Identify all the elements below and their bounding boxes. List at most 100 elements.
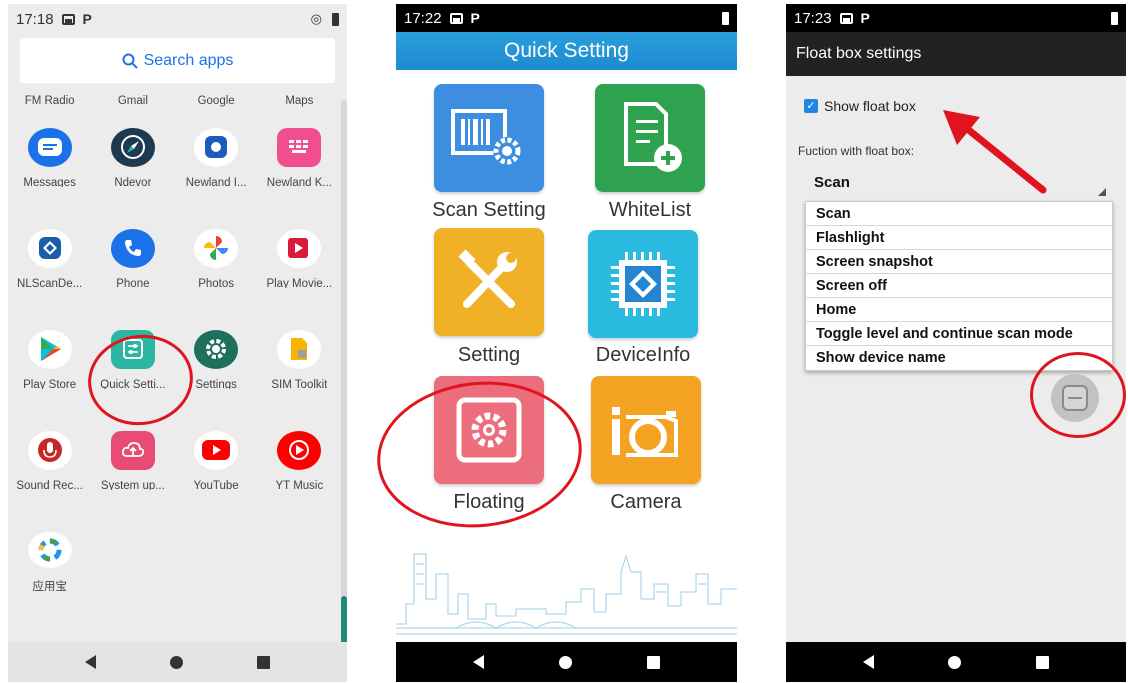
status-bar: 17:18 P ◎ [8,4,347,34]
checklist-add-icon [624,102,682,172]
floating-gear-icon [456,397,522,463]
recents-icon[interactable] [646,655,660,669]
parking-notification-icon: P [860,10,870,26]
app-label: YT Music [275,479,324,491]
scan-setting-label: Scan Setting [432,199,546,221]
page-title: Quick Setting [396,32,737,70]
app-youtube[interactable]: YouTube [175,389,258,490]
checkmark-icon: ✓ [804,99,818,113]
back-icon[interactable] [473,655,485,669]
app-label: Play Store [23,378,77,390]
deviceinfo-tile[interactable] [588,230,698,338]
app-label: System up... [100,479,165,491]
battery-icon [332,12,339,26]
app-quick-setting[interactable]: Quick Setti... [91,288,174,389]
app-ndevor[interactable]: Ndevor [91,86,174,187]
city-skyline-illustration [396,553,737,635]
battery-icon [722,11,729,25]
app-messages[interactable]: Messages [8,86,91,187]
page-title: Float box settings [786,32,1126,76]
spinner-selected-value: Scan [814,174,850,191]
option-home[interactable]: Home [806,298,1112,322]
option-toggle-level[interactable]: Toggle level and continue scan mode [806,322,1112,346]
sim-card-icon [277,330,322,369]
app-play-store[interactable]: Play Store [8,288,91,389]
option-scan[interactable]: Scan [806,202,1112,226]
scrollbar-thumb[interactable] [341,596,347,644]
app-label: YouTube [193,479,239,491]
app-phone[interactable]: Phone [91,187,174,288]
status-time: 17:18 [16,10,54,28]
navigation-bar [786,642,1126,682]
camera-tile[interactable] [591,376,701,484]
show-float-box-label: Show float box [824,98,916,114]
messages-icon [27,128,72,167]
gear-icon [194,330,239,369]
floating-tile[interactable] [434,376,544,484]
app-play-movies[interactable]: Play Movie... [258,187,341,288]
home-icon[interactable] [948,655,962,669]
app-label: Ndevor [114,176,152,188]
image-notification-icon [839,12,853,24]
option-flashlight[interactable]: Flashlight [806,226,1112,250]
navigation-bar [8,642,347,682]
status-bar: 17:23 P [786,4,1126,32]
show-float-box-checkbox[interactable]: ✓ Show float box [804,98,916,114]
location-icon: ◎ [310,11,322,26]
app-label: Play Movie... [266,277,333,289]
back-icon[interactable] [863,655,875,669]
app-sound-recorder[interactable]: Sound Rec... [8,389,91,490]
float-box-button[interactable] [1051,374,1099,422]
app-nlscande[interactable]: NLScanDe... [8,187,91,288]
camera-label: Camera [610,491,682,513]
app-drawer-screen: 17:18 P ◎ Search apps FM Radio Gmail Goo… [8,4,347,682]
quick-setting-icon [110,330,155,369]
app-label: Phone [116,277,150,289]
home-icon[interactable] [170,655,183,669]
whitelist-label: WhiteList [608,199,692,221]
yingyongbao-icon [27,532,72,568]
app-system-update[interactable]: System up... [91,389,174,490]
app-sim-toolkit[interactable]: SIM Toolkit [258,288,341,389]
search-apps-bar[interactable]: Search apps [20,38,335,83]
phone-icon [110,229,155,268]
function-label: Fuction with float box: [798,144,915,158]
app-newland-k[interactable]: Newland K... [258,86,341,187]
home-icon[interactable] [558,655,572,669]
back-icon[interactable] [85,655,96,669]
youtube-icon [194,431,239,470]
app-label: 应用宝 [32,580,67,591]
status-bar: 17:22 P [396,4,737,32]
app-settings[interactable]: Settings [175,288,258,389]
search-apps-label: Search apps [143,51,234,69]
movie-icon [277,229,322,268]
image-notification-icon [449,12,463,24]
microphone-icon [27,431,72,470]
nlscan-icon [27,229,72,268]
recents-icon[interactable] [257,655,270,669]
app-label: Photos [198,277,235,289]
option-screen-snapshot[interactable]: Screen snapshot [806,250,1112,274]
app-photos[interactable]: Photos [175,187,258,288]
option-show-device-name[interactable]: Show device name [806,346,1112,370]
setting-label: Setting [457,344,521,366]
app-label: Newland I... [185,176,247,188]
option-screen-off[interactable]: Screen off [806,274,1112,298]
scrollbar-track[interactable] [341,100,347,648]
app-yingyongbao[interactable]: 应用宝 [8,490,91,591]
play-store-icon [27,330,72,369]
keyboard-icon [277,128,322,167]
app-label: Sound Rec... [16,479,83,491]
camera-icon [612,407,678,457]
recents-icon[interactable] [1035,655,1049,669]
setting-tile[interactable] [434,228,544,336]
scan-setting-tile[interactable] [434,84,544,192]
parking-notification-icon: P [470,10,480,26]
app-yt-music[interactable]: YT Music [258,389,341,490]
app-grid: FM Radio Gmail Google Maps Messages Ndev… [8,86,341,591]
newland-cube-icon [194,128,239,167]
dropdown-triangle-icon [1098,188,1106,196]
chip-icon [611,252,675,316]
whitelist-tile[interactable] [595,84,705,192]
app-newland-i[interactable]: Newland I... [175,86,258,187]
